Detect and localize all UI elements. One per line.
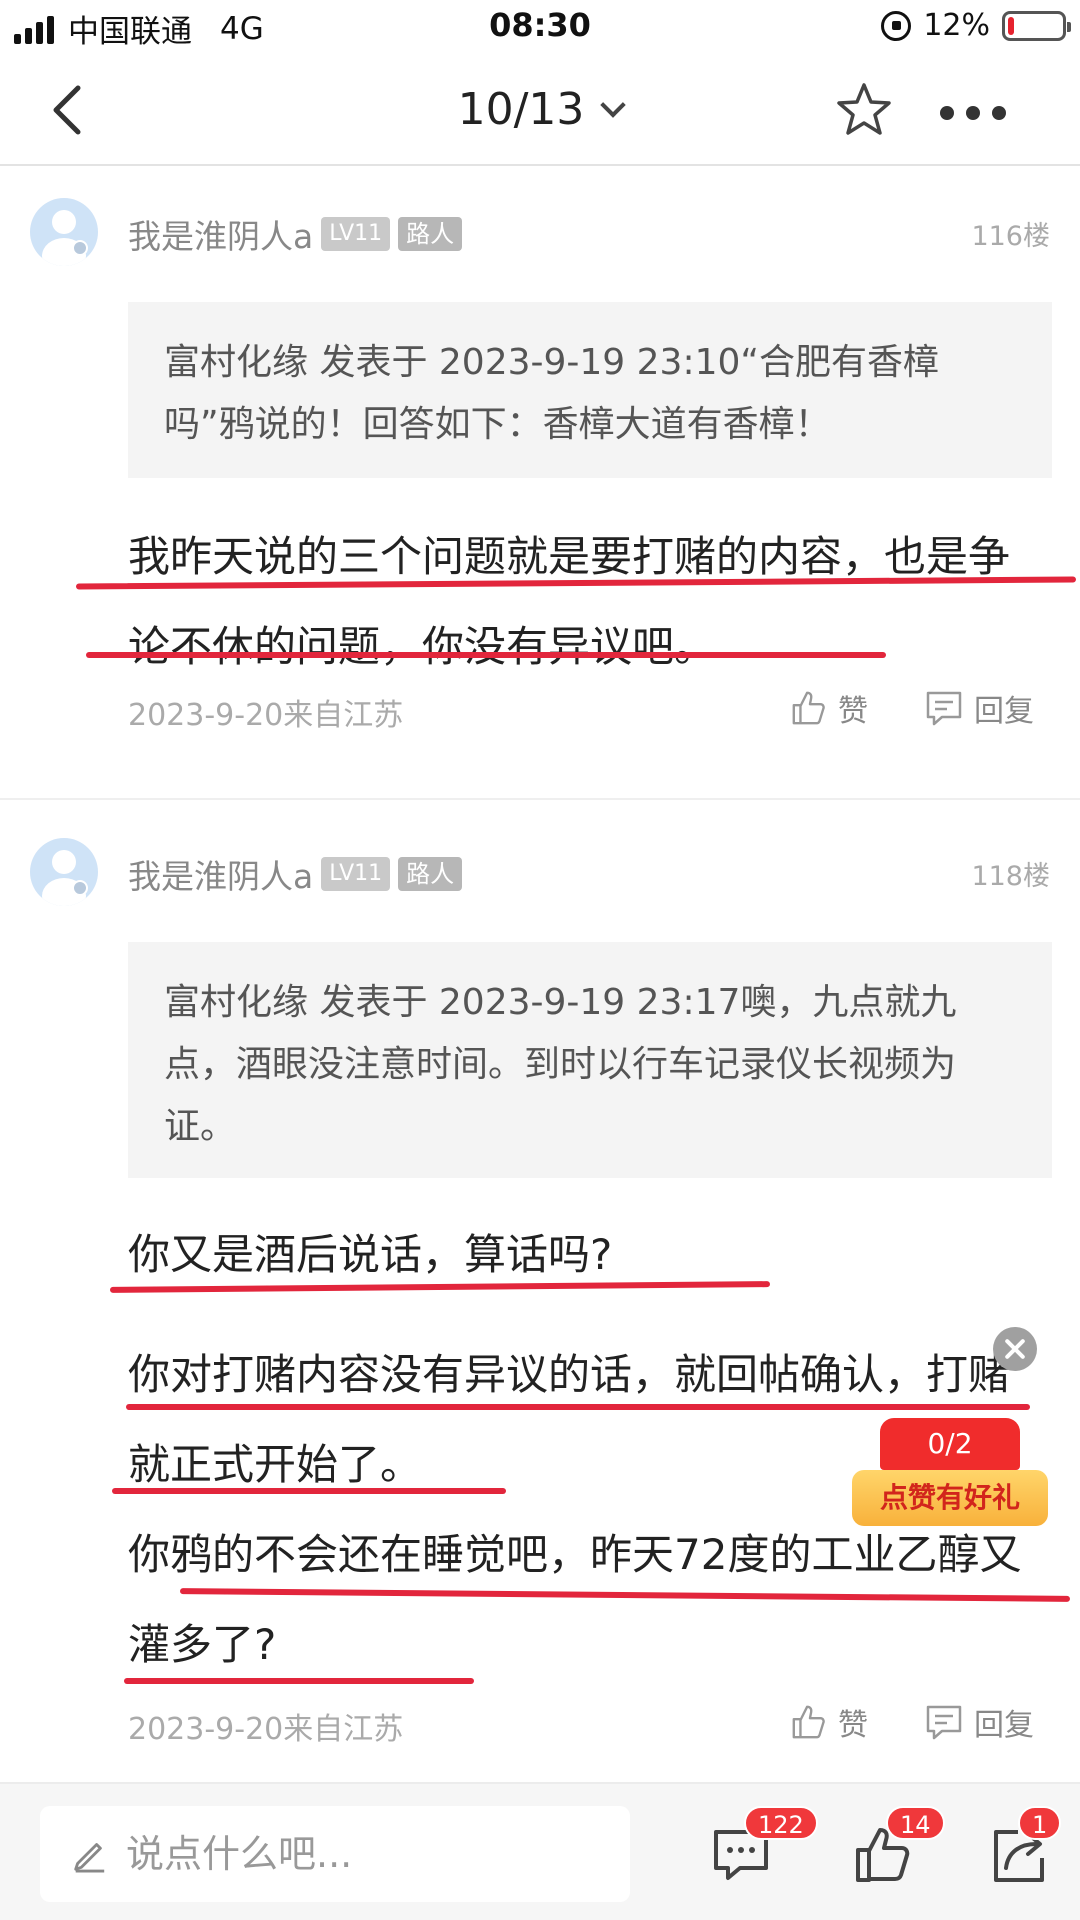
floor-number: 116楼 <box>971 221 1050 252</box>
bottom-bar: 122 14 1 <box>0 1782 1080 1920</box>
floor-number: 118楼 <box>971 861 1050 892</box>
star-icon[interactable] <box>834 80 894 140</box>
role-badge: 路人 <box>398 217 463 251</box>
page-selector[interactable]: 10/13 <box>0 84 1080 135</box>
quote-block: 富村化缘 发表于 2023-9-19 23:17噢，九点就九点，酒眼没注意时间。… <box>128 942 1052 1178</box>
comments-button[interactable]: 122 <box>710 1806 818 1886</box>
reply-button[interactable]: 回复 <box>924 1700 1034 1744</box>
gift-label: 点赞有好礼 <box>852 1470 1048 1526</box>
reply-label: 回复 <box>974 694 1034 729</box>
red-underline <box>112 1488 506 1494</box>
chevron-down-icon <box>600 92 627 118</box>
post-body: 我昨天说的三个问题就是要打赌的内容，也是争论不休的问题，你没有异议吧。 <box>128 532 1011 671</box>
nav-bar: 10/13 <box>0 56 1080 166</box>
like-thread-button[interactable]: 14 <box>852 1806 945 1886</box>
more-icon[interactable] <box>940 106 1006 120</box>
post-date: 2023-9-20来自江苏 <box>128 1712 404 1747</box>
like-gift-widget[interactable]: 0/2 点赞有好礼 <box>852 1418 1048 1530</box>
share-count-badge: 1 <box>1018 1806 1062 1840</box>
gift-progress: 0/2 <box>880 1418 1020 1470</box>
like-button[interactable]: 赞 <box>790 1700 868 1744</box>
avatar[interactable] <box>30 838 98 906</box>
thread-page: 中国联通 4G 08:30 12% 10/13 我是淮阴人a LV11 路人 1… <box>0 0 1080 1920</box>
status-bar: 中国联通 4G 08:30 12% <box>0 0 1080 56</box>
like-button[interactable]: 赞 <box>790 686 868 730</box>
share-button[interactable]: 1 <box>988 1806 1062 1886</box>
divider <box>0 798 1080 800</box>
red-underline <box>126 1404 1030 1410</box>
reply-button[interactable]: 回复 <box>924 686 1034 730</box>
comment-icon <box>926 691 962 726</box>
pencil-icon <box>74 1843 105 1873</box>
rotation-lock-icon <box>881 10 912 41</box>
comments-count-badge: 122 <box>744 1806 818 1840</box>
comment-icon <box>926 1705 962 1740</box>
thumbs-up-icon <box>792 691 825 725</box>
avatar[interactable] <box>30 198 98 266</box>
battery-icon <box>1002 10 1071 41</box>
post-date: 2023-9-20来自江苏 <box>128 698 404 733</box>
comment-input[interactable] <box>126 1832 606 1876</box>
page-indicator: 10/13 <box>457 84 585 135</box>
like-label: 赞 <box>838 1708 868 1743</box>
battery-level <box>1008 16 1014 35</box>
level-badge: LV11 <box>321 857 391 891</box>
thumbs-up-icon <box>792 1705 825 1739</box>
likes-count-badge: 14 <box>886 1806 945 1840</box>
close-icon[interactable] <box>993 1327 1037 1371</box>
comment-input-box[interactable] <box>40 1806 630 1902</box>
level-badge: LV11 <box>321 217 391 251</box>
red-underline <box>124 1678 474 1684</box>
username[interactable]: 我是淮阴人a <box>128 850 313 898</box>
reply-label: 回复 <box>974 1708 1034 1743</box>
red-underline <box>86 652 886 658</box>
like-label: 赞 <box>838 694 868 729</box>
role-badge: 路人 <box>398 857 463 891</box>
quote-block: 富村化缘 发表于 2023-9-19 23:10“合肥有香樟吗”鸦说的！回答如下… <box>128 302 1052 478</box>
username[interactable]: 我是淮阴人a <box>128 210 313 258</box>
battery-percent: 12% <box>923 8 990 43</box>
